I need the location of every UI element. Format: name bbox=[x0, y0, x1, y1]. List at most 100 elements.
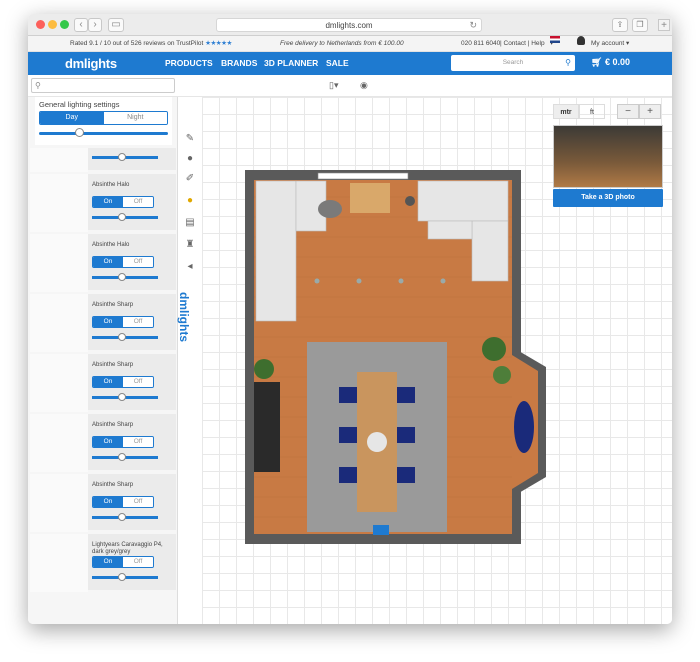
product-image bbox=[30, 534, 88, 592]
product-item[interactable]: OnOff bbox=[30, 148, 176, 172]
product-image bbox=[30, 234, 88, 292]
nav-brands[interactable]: BRANDS bbox=[221, 58, 257, 68]
forward-icon[interactable]: › bbox=[88, 18, 102, 32]
day-night-toggle[interactable]: Day Night bbox=[39, 111, 168, 125]
dimmer-slider[interactable] bbox=[92, 153, 158, 161]
off-option[interactable]: Off bbox=[123, 557, 153, 567]
on-option[interactable]: On bbox=[93, 377, 123, 387]
on-option[interactable]: On bbox=[93, 437, 123, 447]
dimmer-slider[interactable] bbox=[92, 453, 158, 461]
lighting-slider[interactable] bbox=[39, 128, 168, 138]
oven-column bbox=[254, 382, 280, 472]
off-option[interactable]: Off bbox=[123, 497, 153, 507]
off-option[interactable]: Off bbox=[123, 437, 153, 447]
off-option[interactable]: Off bbox=[123, 257, 153, 267]
zoom-in-button[interactable]: + bbox=[639, 104, 661, 119]
zoom-out-button[interactable]: − bbox=[617, 104, 639, 119]
cart-icon: 🛒︎ bbox=[591, 57, 603, 67]
contact-help-links[interactable]: | Contact | Help bbox=[500, 36, 545, 52]
lighting-slider-knob[interactable] bbox=[75, 128, 84, 137]
on-option[interactable]: On bbox=[93, 197, 123, 207]
dimmer-slider[interactable] bbox=[92, 213, 158, 221]
off-option[interactable]: Off bbox=[123, 317, 153, 327]
on-off-toggle[interactable]: On Off bbox=[92, 316, 154, 328]
dimmer-knob[interactable] bbox=[118, 453, 126, 461]
unit-toggle[interactable]: mtr ft bbox=[553, 104, 605, 119]
on-option[interactable]: On bbox=[93, 257, 123, 267]
minimize-window-button[interactable] bbox=[48, 20, 57, 29]
new-tab-button[interactable]: + bbox=[658, 19, 670, 31]
sidebar-toggle-icon[interactable]: ▭ bbox=[108, 18, 124, 32]
language-flag-icon[interactable]: ▾ bbox=[550, 36, 560, 52]
dimmer-slider[interactable] bbox=[92, 393, 158, 401]
on-option[interactable]: On bbox=[93, 497, 123, 507]
reload-icon[interactable]: ↻ bbox=[469, 19, 477, 32]
logo[interactable]: dmlights bbox=[65, 56, 117, 71]
nav-products[interactable]: PRODUCTS bbox=[165, 58, 213, 68]
on-off-toggle[interactable]: On Off bbox=[92, 436, 154, 448]
nav-3d-planner[interactable]: 3D PLANNER bbox=[264, 58, 318, 68]
back-icon[interactable]: ‹ bbox=[74, 18, 88, 32]
product-item[interactable]: Lightyears Caravaggio P4, dark grey/grey… bbox=[30, 534, 176, 592]
trustpilot-rating[interactable]: Rated 9.1 / 10 out of 526 reviews on Tru… bbox=[70, 36, 232, 52]
on-option[interactable]: On bbox=[93, 557, 123, 567]
dimmer-slider[interactable] bbox=[92, 333, 158, 341]
day-option[interactable]: Day bbox=[40, 112, 104, 124]
helmet-icon[interactable]: ● bbox=[184, 153, 196, 165]
product-item[interactable]: Absinthe Sharp On Off bbox=[30, 294, 176, 352]
product-item[interactable]: Absinthe Sharp On Off bbox=[30, 354, 176, 412]
unit-meter[interactable]: mtr bbox=[553, 104, 579, 119]
brush-icon[interactable]: ✐ bbox=[184, 173, 196, 185]
eye-tool-icon[interactable]: ✎ bbox=[184, 133, 196, 145]
product-item[interactable]: Absinthe Sharp On Off bbox=[30, 474, 176, 532]
maximize-window-button[interactable] bbox=[60, 20, 69, 29]
3d-preview-thumbnail[interactable] bbox=[553, 125, 663, 188]
off-option[interactable]: Off bbox=[123, 197, 153, 207]
off-option[interactable]: Off bbox=[123, 377, 153, 387]
product-image bbox=[30, 174, 88, 232]
rating-text: Rated 9.1 / 10 out of 526 reviews on Tru… bbox=[70, 40, 204, 47]
close-window-button[interactable] bbox=[36, 20, 45, 29]
document-menu-icon[interactable]: ▯▾ bbox=[329, 80, 338, 91]
unit-feet[interactable]: ft bbox=[579, 104, 605, 119]
delivery-text: Free delivery to Netherlands from € 100.… bbox=[280, 40, 404, 47]
night-option[interactable]: Night bbox=[103, 112, 167, 124]
dimmer-knob[interactable] bbox=[118, 213, 126, 221]
on-off-toggle[interactable]: On Off bbox=[92, 376, 154, 388]
furniture-icon[interactable]: ♜ bbox=[184, 239, 196, 251]
dimmer-knob[interactable] bbox=[118, 393, 126, 401]
help-icon[interactable]: ◉ bbox=[360, 80, 368, 91]
general-lighting-settings: General lighting settings Day Night bbox=[35, 97, 172, 145]
search-input[interactable]: Search ⚲ bbox=[451, 55, 575, 71]
on-off-toggle[interactable]: On Off bbox=[92, 196, 154, 208]
table-centerpiece bbox=[367, 432, 387, 452]
product-search-input[interactable]: ⚲ bbox=[31, 78, 175, 93]
dimmer-knob[interactable] bbox=[118, 513, 126, 521]
nav-sale[interactable]: SALE bbox=[326, 58, 349, 68]
dimmer-slider[interactable] bbox=[92, 573, 158, 581]
product-item[interactable]: Absinthe Sharp On Off bbox=[30, 414, 176, 472]
cart-button[interactable]: 🛒︎ € 0.00 bbox=[591, 57, 630, 68]
product-image bbox=[30, 294, 88, 352]
product-item[interactable]: Absinthe Halo On Off bbox=[30, 234, 176, 292]
collapse-icon[interactable]: ◂ bbox=[184, 261, 196, 273]
on-off-toggle[interactable]: On Off bbox=[92, 256, 154, 268]
dimmer-knob[interactable] bbox=[118, 273, 126, 281]
share-icon[interactable]: ⇪ bbox=[612, 18, 628, 32]
dimmer-slider[interactable] bbox=[92, 513, 158, 521]
on-off-toggle[interactable]: On Off bbox=[92, 496, 154, 508]
clipboard-icon[interactable]: ▤ bbox=[184, 217, 196, 229]
lightbulb-icon[interactable]: ● bbox=[184, 195, 196, 207]
take-3d-photo-button[interactable]: Take a 3D photo bbox=[553, 189, 663, 207]
on-option[interactable]: On bbox=[93, 317, 123, 327]
address-bar[interactable]: dmlights.com ↻ bbox=[216, 18, 482, 32]
dimmer-slider[interactable] bbox=[92, 273, 158, 281]
search-icon[interactable]: ⚲ bbox=[565, 55, 571, 71]
dimmer-knob[interactable] bbox=[118, 153, 126, 161]
tabs-icon[interactable]: ❐ bbox=[632, 18, 648, 32]
on-off-toggle[interactable]: On Off bbox=[92, 556, 154, 568]
dimmer-knob[interactable] bbox=[118, 333, 126, 341]
product-item[interactable]: Absinthe Halo On Off bbox=[30, 174, 176, 232]
my-account-link[interactable]: My account ▾ bbox=[591, 36, 629, 52]
dimmer-knob[interactable] bbox=[118, 573, 126, 581]
